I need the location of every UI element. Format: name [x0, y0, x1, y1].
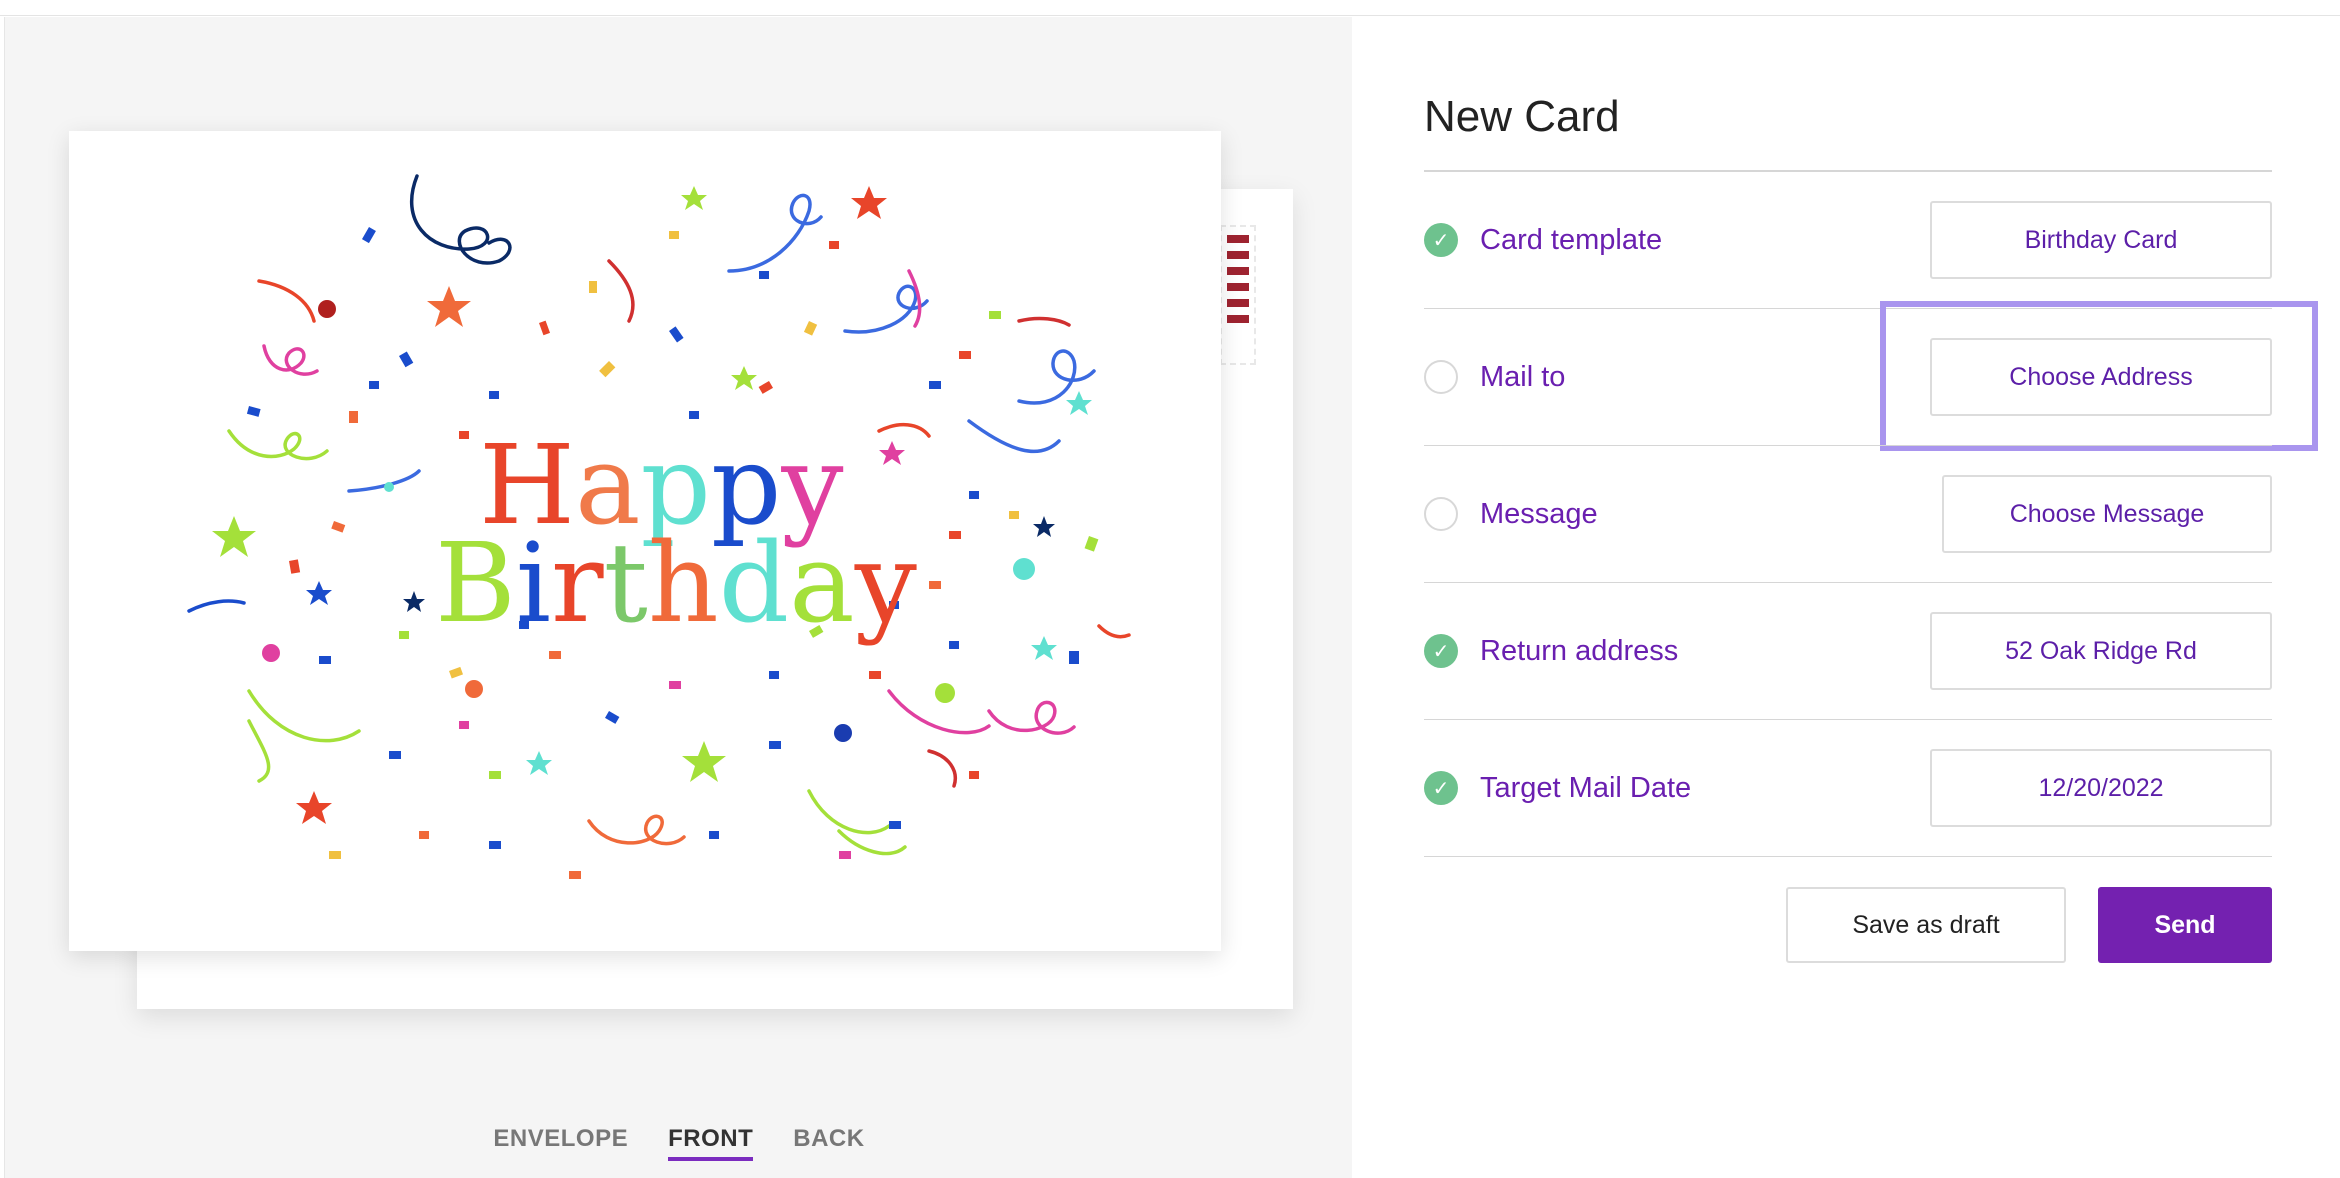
page-title: New Card [1424, 92, 1620, 141]
tab-back[interactable]: BACK [793, 1125, 864, 1161]
check-circle-icon: ✓ [1424, 634, 1458, 668]
confetti-illustration: Happy Birthday [187, 174, 1131, 879]
row-label: Mail to [1480, 360, 1566, 393]
empty-circle-icon [1424, 497, 1458, 531]
tab-envelope[interactable]: ENVELOPE [493, 1125, 628, 1161]
row-return-address: ✓ Return address 52 Oak Ridge Rd [1424, 582, 2272, 719]
top-divider [0, 0, 2340, 16]
card-preview-panel: Happy Birthday ENVELOPE FRONT BACK [4, 17, 1352, 1178]
row-label: Return address [1480, 634, 1679, 667]
card-front-preview: Happy Birthday [69, 131, 1221, 951]
card-template-button[interactable]: Birthday Card [1930, 201, 2272, 279]
row-label: Target Mail Date [1480, 771, 1692, 804]
choose-message-button[interactable]: Choose Message [1942, 475, 2272, 553]
save-draft-button[interactable]: Save as draft [1786, 887, 2066, 963]
send-button[interactable]: Send [2098, 887, 2272, 963]
form-actions: Save as draft Send [1424, 887, 2272, 963]
row-label: Card template [1480, 223, 1663, 256]
check-circle-icon: ✓ [1424, 223, 1458, 257]
choose-address-button[interactable]: Choose Address [1930, 338, 2272, 416]
target-mail-date-button[interactable]: 12/20/2022 [1930, 749, 2272, 827]
row-target-mail-date: ✓ Target Mail Date 12/20/2022 [1424, 719, 2272, 856]
preview-view-tabs: ENVELOPE FRONT BACK [5, 1125, 1353, 1161]
tab-front[interactable]: FRONT [668, 1125, 754, 1161]
empty-circle-icon [1424, 360, 1458, 394]
stamp-icon [1220, 225, 1256, 365]
new-card-form: New Card ✓ Card template Birthday Card M… [1424, 80, 2318, 963]
row-message: Message Choose Message [1424, 445, 2272, 582]
svg-text:Birthday: Birthday [435, 519, 917, 647]
row-card-template: ✓ Card template Birthday Card [1424, 171, 2272, 308]
row-label: Message [1480, 497, 1598, 530]
row-mail-to: Mail to Choose Address [1424, 301, 2318, 451]
check-circle-icon: ✓ [1424, 771, 1458, 805]
return-address-button[interactable]: 52 Oak Ridge Rd [1930, 612, 2272, 690]
form-bottom-divider [1424, 856, 2272, 857]
